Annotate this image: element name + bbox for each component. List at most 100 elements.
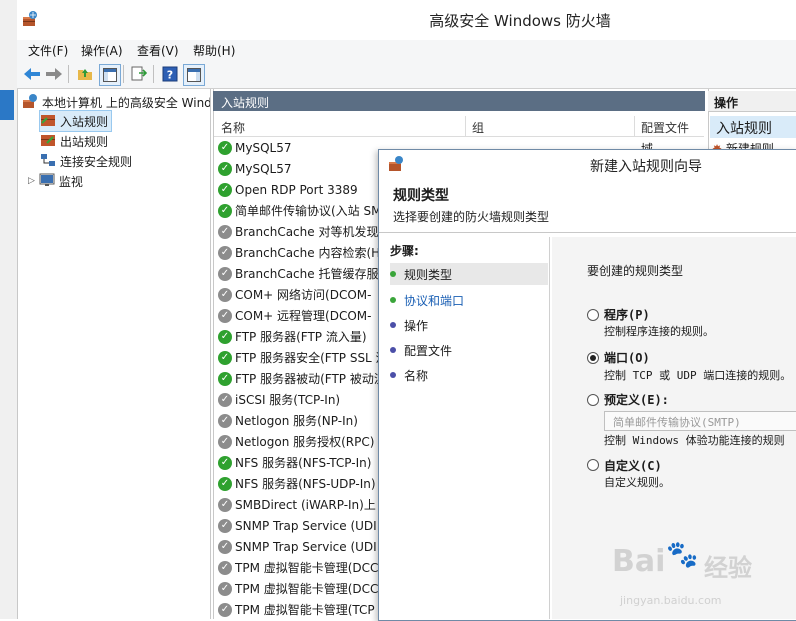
step-label: 规则类型 bbox=[404, 267, 453, 282]
menu-view[interactable]: 查看(V) bbox=[137, 42, 179, 59]
disabled-check-icon: ✓ bbox=[218, 224, 232, 239]
rule-row[interactable]: ✓ Netlogon 服务授权(RPC) bbox=[218, 431, 374, 452]
show-hide-action-pane-icon[interactable] bbox=[183, 64, 205, 86]
actions-section-inbound-rules[interactable]: 入站规则 bbox=[710, 116, 796, 138]
window-title: 高级安全 Windows 防火墙 bbox=[429, 12, 611, 30]
rule-row[interactable]: ✓ BranchCache 内容检索(H bbox=[218, 242, 380, 263]
rule-row[interactable]: ✓ Netlogon 服务(NP-In) bbox=[218, 410, 358, 431]
radio-port[interactable] bbox=[587, 352, 599, 364]
option-custom-label[interactable]: 自定义(C) bbox=[604, 457, 662, 474]
rule-row[interactable]: ✓ SNMP Trap Service (UDI bbox=[218, 515, 377, 536]
rule-row[interactable]: ✓ TPM 虚拟智能卡管理(DCC bbox=[218, 578, 378, 599]
rule-name: NFS 服务器(NFS-TCP-In) bbox=[235, 456, 372, 470]
disabled-check-icon: ✓ bbox=[218, 413, 232, 428]
baidu-jingyan-watermark: Bai 🐾 经验 jingyan.baidu.com bbox=[612, 538, 796, 616]
menu-action[interactable]: 操作(A) bbox=[81, 42, 123, 59]
enabled-check-icon: ✓ bbox=[218, 140, 232, 155]
disabled-check-icon: ✓ bbox=[218, 581, 232, 596]
rule-row[interactable]: ✓ TPM 虚拟智能卡管理(DCC bbox=[218, 557, 378, 578]
rule-row[interactable]: ✓ NFS 服务器(NFS-TCP-In) bbox=[218, 452, 371, 473]
rule-row[interactable]: ✓ FTP 服务器被动(FTP 被动流 bbox=[218, 368, 386, 389]
rule-name: BranchCache 托管缓存服 bbox=[235, 267, 379, 281]
rule-row[interactable]: ✓ NFS 服务器(NFS-UDP-In) bbox=[218, 473, 376, 494]
rules-pane-header: 入站规则 bbox=[213, 91, 705, 111]
disabled-check-icon: ✓ bbox=[218, 392, 232, 407]
rule-name: FTP 服务器(FTP 流入量) bbox=[235, 330, 367, 344]
rule-row[interactable]: ✓ iSCSI 服务(TCP-In) bbox=[218, 389, 340, 410]
watermark-url: jingyan.baidu.com bbox=[620, 594, 722, 607]
disabled-check-icon: ✓ bbox=[218, 602, 232, 617]
rule-row[interactable]: ✓ BranchCache 托管缓存服 bbox=[218, 263, 378, 284]
rule-name: SNMP Trap Service (UDI bbox=[235, 518, 377, 533]
disabled-check-icon: ✓ bbox=[218, 266, 232, 281]
enabled-check-icon: ✓ bbox=[218, 371, 232, 386]
show-hide-tree-icon[interactable] bbox=[99, 64, 121, 86]
expand-arrow-icon[interactable]: ▷ bbox=[28, 176, 35, 186]
firewall-computer-icon bbox=[22, 93, 38, 112]
steps-label: 步骤: bbox=[390, 244, 419, 258]
background-window-edge bbox=[0, 0, 18, 619]
step-label: 配置文件 bbox=[404, 343, 453, 358]
connection-security-icon bbox=[40, 153, 56, 170]
rule-name: COM+ 远程管理(DCOM- bbox=[235, 309, 372, 323]
rule-row[interactable]: ✓ FTP 服务器安全(FTP SSL 流 bbox=[218, 347, 388, 368]
tree-item-outbound-rules[interactable]: 出站规则 bbox=[40, 131, 108, 151]
up-folder-icon[interactable] bbox=[75, 64, 95, 84]
rule-row[interactable]: ✓ MySQL57 bbox=[218, 158, 291, 179]
enabled-check-icon: ✓ bbox=[218, 182, 232, 197]
tree-item-monitoring[interactable]: ▷ 监视 bbox=[28, 171, 83, 191]
rule-name: TPM 虚拟智能卡管理(DCC bbox=[235, 582, 379, 596]
option-program-label[interactable]: 程序(P) bbox=[604, 306, 650, 323]
rule-row[interactable]: ✓ 简单邮件传输协议(入站 SM bbox=[218, 200, 381, 221]
option-port-label[interactable]: 端口(O) bbox=[604, 349, 650, 366]
menu-file[interactable]: 文件(F) bbox=[28, 42, 68, 59]
enabled-check-icon: ✓ bbox=[218, 203, 232, 218]
wizard-subheading: 选择要创建的防火墙规则类型 bbox=[393, 210, 550, 224]
disabled-check-icon: ✓ bbox=[218, 518, 232, 533]
radio-custom[interactable] bbox=[587, 459, 599, 471]
disabled-check-icon: ✓ bbox=[218, 434, 232, 449]
rule-row[interactable]: ✓ SNMP Trap Service (UDI bbox=[218, 536, 377, 557]
enabled-check-icon: ✓ bbox=[218, 329, 232, 344]
rule-row[interactable]: ✓ MySQL57 bbox=[218, 137, 291, 158]
rule-row[interactable]: ✓ BranchCache 对等机发现 bbox=[218, 221, 378, 242]
help-icon[interactable]: ? bbox=[160, 64, 180, 84]
tree-item-connection-security-rules[interactable]: 连接安全规则 bbox=[40, 151, 132, 171]
menu-help[interactable]: 帮助(H) bbox=[193, 42, 235, 59]
step-profile[interactable]: 配置文件 bbox=[390, 339, 452, 361]
rule-name: BranchCache 内容检索(H bbox=[235, 246, 381, 260]
step-action[interactable]: 操作 bbox=[390, 314, 428, 336]
tree-item-label: 连接安全规则 bbox=[60, 154, 133, 169]
export-list-icon[interactable] bbox=[129, 64, 149, 84]
tree-item-label: 入站规则 bbox=[60, 114, 109, 129]
rule-row[interactable]: ✓ SMBDirect (iWARP-In)上 bbox=[218, 494, 376, 515]
forward-arrow-icon[interactable] bbox=[44, 64, 64, 84]
rule-row[interactable]: ✓ FTP 服务器(FTP 流入量) bbox=[218, 326, 367, 347]
radio-predefined[interactable] bbox=[587, 394, 599, 406]
menu-bar: 文件(F) 操作(A) 查看(V) 帮助(H) bbox=[17, 40, 796, 60]
rule-name: TPM 虚拟智能卡管理(DCC bbox=[235, 561, 379, 575]
rule-name: FTP 服务器安全(FTP SSL 流 bbox=[235, 351, 388, 365]
column-header-group[interactable]: 组 bbox=[472, 119, 484, 136]
radio-program[interactable] bbox=[587, 309, 599, 321]
column-header-name[interactable]: 名称 bbox=[221, 119, 245, 136]
column-header-profile[interactable]: 配置文件 bbox=[641, 119, 689, 136]
rule-row[interactable]: ✓ Open RDP Port 3389 bbox=[218, 179, 358, 200]
actions-pane-header: 操作 bbox=[708, 91, 796, 112]
predefined-select[interactable]: 简单邮件传输协议(SMTP) bbox=[604, 411, 796, 431]
option-predefined-label[interactable]: 预定义(E): bbox=[604, 391, 669, 408]
rule-row[interactable]: ✓ COM+ 网络访问(DCOM- bbox=[218, 284, 371, 305]
tree-root[interactable]: 本地计算机 上的高级安全 Wind bbox=[22, 92, 210, 112]
step-rule-type[interactable]: 规则类型 bbox=[390, 263, 548, 285]
rule-type-prompt: 要创建的规则类型 bbox=[587, 264, 684, 278]
step-protocol-and-ports[interactable]: 协议和端口 bbox=[390, 289, 464, 311]
rule-row[interactable]: ✓ TPM 虚拟智能卡管理(TCP bbox=[218, 599, 375, 620]
disabled-check-icon: ✓ bbox=[218, 245, 232, 260]
tree-item-inbound-rules[interactable]: 入站规则 bbox=[38, 110, 113, 132]
rule-row[interactable]: ✓ COM+ 远程管理(DCOM- bbox=[218, 305, 371, 326]
svg-text:?: ? bbox=[167, 69, 173, 82]
rule-name: iSCSI 服务(TCP-In) bbox=[235, 393, 341, 407]
back-arrow-icon[interactable] bbox=[22, 64, 42, 84]
rules-pane-title: 入站规则 bbox=[221, 96, 270, 110]
step-name[interactable]: 名称 bbox=[390, 364, 428, 386]
